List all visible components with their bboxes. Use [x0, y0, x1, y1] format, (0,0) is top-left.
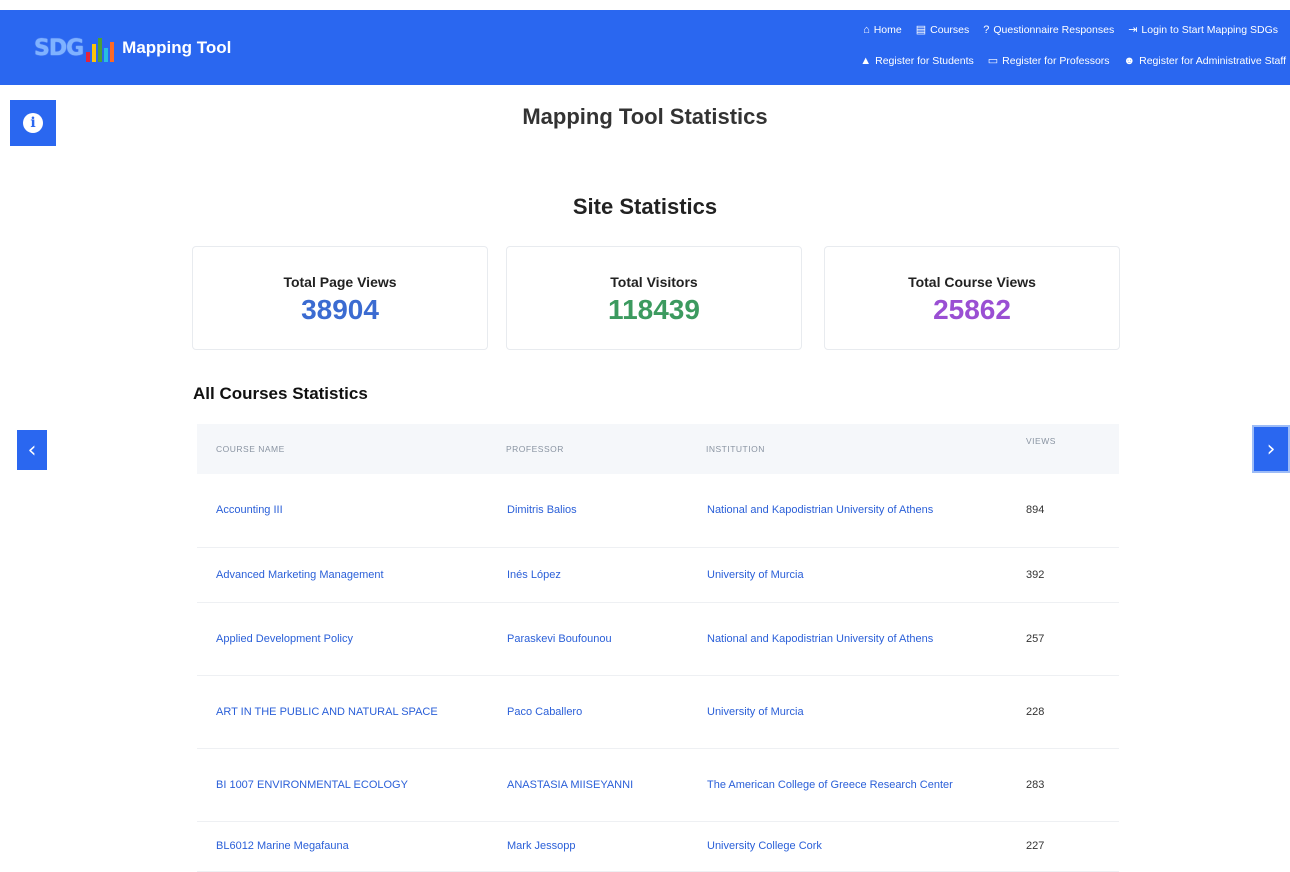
brand-title: Mapping Tool: [122, 38, 232, 57]
stat-card-visitors: Total Visitors 118439: [506, 246, 802, 350]
logo-bar: [98, 38, 103, 62]
logo-bar: [110, 42, 115, 62]
next-button[interactable]: ›: [1254, 427, 1288, 471]
header-course-name[interactable]: COURSE NAME: [197, 424, 487, 474]
table-row: BL6012 Marine Megafauna Mark Jessopp Uni…: [197, 821, 1119, 872]
professor-link[interactable]: ANASTASIA MIISEYANNI: [487, 748, 687, 822]
nav-login[interactable]: ⇥ Login to Start Mapping SDGs: [1128, 23, 1278, 37]
course-link[interactable]: BI 1007 ENVIRONMENTAL ECOLOGY: [197, 748, 487, 822]
users-icon: ☻: [1123, 54, 1136, 67]
stat-label: Total Page Views: [283, 274, 397, 290]
views-count: 283: [1007, 748, 1119, 822]
professor-link[interactable]: Paraskevi Boufounou: [487, 602, 687, 676]
login-icon: ⇥: [1128, 24, 1138, 36]
nav-register-students[interactable]: ▲ Register for Students: [860, 55, 974, 67]
views-count: 392: [1007, 547, 1119, 603]
institution-link[interactable]: National and Kapodistrian University of …: [687, 474, 1007, 548]
logo-bar: [104, 48, 109, 62]
views-count: 227: [1007, 821, 1119, 872]
nav-label: Register for Administrative Staff: [1139, 54, 1286, 67]
nav-label: Courses: [930, 23, 970, 36]
stat-card-course-views: Total Course Views 25862: [824, 246, 1120, 350]
table-row: Advanced Marketing Management Inés López…: [197, 547, 1119, 603]
nav-label: Home: [873, 23, 902, 36]
nav-home[interactable]: ⌂ Home: [863, 24, 902, 36]
graduation-cap-icon: ▲: [860, 54, 872, 67]
home-icon: ⌂: [863, 23, 870, 36]
table-row: Applied Development Policy Paraskevi Bou…: [197, 602, 1119, 676]
institution-link[interactable]: University College Cork: [687, 821, 1007, 872]
views-count: 894: [1007, 474, 1119, 548]
chalkboard-icon: ▭: [987, 55, 999, 67]
stat-value: 38904: [301, 294, 379, 325]
site-statistics-heading: Site Statistics: [572, 194, 718, 219]
nav-courses[interactable]: ▤ Courses: [915, 23, 970, 37]
brand[interactable]: SDG Mapping Tool: [34, 32, 231, 64]
previous-button[interactable]: ‹: [17, 430, 47, 470]
logo-bar: [92, 44, 97, 62]
views-count: 228: [1007, 675, 1119, 749]
stat-label: Total Visitors: [610, 274, 698, 290]
course-link[interactable]: Advanced Marketing Management: [197, 547, 487, 603]
nav-questionnaire-responses[interactable]: ? Questionnaire Responses: [983, 24, 1114, 36]
book-icon: ▤: [915, 24, 927, 36]
institution-link[interactable]: National and Kapodistrian University of …: [687, 602, 1007, 676]
all-courses-heading: All Courses Statistics: [193, 384, 368, 403]
nav-register-professors[interactable]: ▭ Register for Professors: [987, 54, 1110, 68]
logo-bars: [86, 34, 115, 62]
chevron-right-icon: ›: [1266, 436, 1276, 462]
courses-table: COURSE NAME PROFESSOR INSTITUTION VIEWS …: [197, 424, 1119, 872]
header-professor[interactable]: PROFESSOR: [487, 424, 687, 474]
stat-value: 118439: [608, 294, 700, 325]
table-row: BI 1007 ENVIRONMENTAL ECOLOGY ANASTASIA …: [197, 748, 1119, 822]
table-row: Accounting III Dimitris Balios National …: [197, 474, 1119, 548]
header-views[interactable]: VIEWS: [1007, 424, 1119, 474]
course-link[interactable]: Applied Development Policy: [197, 602, 487, 676]
course-link[interactable]: BL6012 Marine Megafauna: [197, 821, 487, 872]
top-navbar: SDG Mapping Tool ⌂ Home ▤ Courses ? Ques…: [0, 10, 1290, 85]
nav-label: Login to Start Mapping SDGs: [1141, 23, 1278, 36]
stat-label: Total Course Views: [908, 274, 1036, 290]
professor-link[interactable]: Inés López: [487, 547, 687, 603]
course-link[interactable]: ART IN THE PUBLIC AND NATURAL SPACE: [197, 675, 487, 749]
views-count: 257: [1007, 602, 1119, 676]
sdg-logo: SDG: [34, 32, 115, 64]
nav-label: Questionnaire Responses: [993, 23, 1115, 36]
table-header-row: COURSE NAME PROFESSOR INSTITUTION VIEWS: [197, 424, 1119, 474]
professor-link[interactable]: Dimitris Balios: [487, 474, 687, 548]
professor-link[interactable]: Mark Jessopp: [487, 821, 687, 872]
nav-label: Register for Students: [875, 54, 974, 67]
logo-text: SDG: [34, 35, 84, 61]
table-row: ART IN THE PUBLIC AND NATURAL SPACE Paco…: [197, 675, 1119, 749]
nav-register-admin-staff[interactable]: ☻ Register for Administrative Staff: [1124, 55, 1286, 67]
course-link[interactable]: Accounting III: [197, 474, 487, 548]
logo-bar: [86, 52, 91, 62]
question-circle-icon: ?: [983, 23, 990, 36]
institution-link[interactable]: University of Murcia: [687, 547, 1007, 603]
stat-card-page-views: Total Page Views 38904: [192, 246, 488, 350]
stat-value: 25862: [933, 294, 1011, 325]
nav-row-secondary: ▲ Register for Students ▭ Register for P…: [860, 54, 1286, 68]
chevron-left-icon: ‹: [27, 437, 37, 463]
nav-row-primary: ⌂ Home ▤ Courses ? Questionnaire Respons…: [863, 23, 1278, 37]
nav-label: Register for Professors: [1002, 54, 1110, 67]
page-title: Mapping Tool Statistics: [522, 104, 768, 129]
header-institution[interactable]: INSTITUTION: [687, 424, 1007, 474]
institution-link[interactable]: The American College of Greece Research …: [687, 748, 1007, 822]
institution-link[interactable]: University of Murcia: [687, 675, 1007, 749]
professor-link[interactable]: Paco Caballero: [487, 675, 687, 749]
